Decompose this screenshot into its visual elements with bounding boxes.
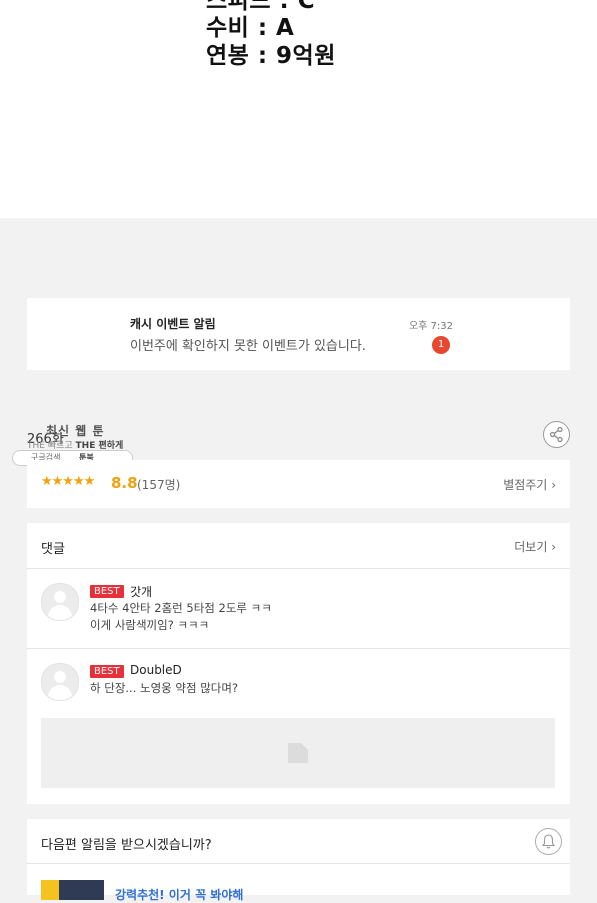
- comment-text-line: 4타수 4안타 2홈런 5타점 2도루 ㅋㅋ: [90, 601, 272, 615]
- alert-question: 다음편 알림을 받으시겠습니까?: [41, 838, 212, 853]
- comments-card: 댓글 더보기 › BEST 갓개 4타수 4안타 2홈런 5타점 2도루 ㅋㅋ …: [27, 523, 570, 804]
- rate-button[interactable]: 별점주기 ›: [503, 476, 556, 493]
- avatar: [41, 583, 79, 621]
- comment-author: DoubleD: [130, 663, 182, 677]
- episode-info-bar: 266화 최신 웹 툰 THE 빠르고 THE 편하게 구글검색 툰북: [0, 418, 597, 466]
- webtoon-image-area: 스피드 : C 수비 : A 연봉 : 9억원: [0, 0, 597, 218]
- notification-title: 캐시 이벤트 알림: [130, 317, 216, 331]
- comment-text-line: 이게 사람색끼임? ㅋㅋㅋ: [90, 618, 210, 632]
- share-button[interactable]: [543, 421, 570, 448]
- comments-header: 댓글 더보기 ›: [27, 523, 570, 569]
- ad-image-placeholder: [41, 718, 555, 788]
- chevron-right-icon: ›: [551, 478, 556, 492]
- star-rating-icons: ★★★★★: [41, 474, 95, 489]
- alert-bell-button[interactable]: [535, 828, 562, 855]
- comments-title: 댓글: [41, 542, 65, 557]
- notification-message: 이번주에 확인하지 못한 이벤트가 있습니다.: [130, 339, 366, 354]
- best-badge: BEST: [90, 665, 124, 678]
- best-badge: BEST: [90, 585, 124, 598]
- next-episode-alert-card: 다음편 알림을 받으시겠습니까? 강력추천! 이거 꼭 봐야해: [27, 819, 570, 902]
- comments-more-button[interactable]: 더보기 ›: [514, 538, 556, 555]
- stat-defense: 수비 : A: [206, 15, 295, 41]
- notification-time: 오후 7:32: [408, 321, 453, 332]
- share-icon: [549, 426, 563, 443]
- stat-salary: 연봉 : 9억원: [206, 43, 336, 69]
- next-episode-thumbnail[interactable]: [41, 880, 104, 900]
- notification-card[interactable]: 캐시 이벤트 알림 이번주에 확인하지 못한 이벤트가 있습니다. 오후 7:3…: [27, 298, 570, 370]
- stat-speed: 스피드 : C: [206, 0, 316, 14]
- avatar: [41, 663, 79, 701]
- notification-badge: 1: [432, 336, 450, 354]
- bell-icon: [541, 834, 556, 849]
- comments-more-label: 더보기: [514, 540, 548, 554]
- rating-votes: (157명): [137, 478, 181, 492]
- comment-item: BEST DoubleD 하 단장... 노영웅 약점 많다며?: [27, 649, 570, 709]
- alert-header: 다음편 알림을 받으시겠습니까?: [27, 819, 570, 864]
- comment-item: BEST 갓개 4타수 4안타 2홈런 5타점 2도루 ㅋㅋ 이게 사람색끼임?…: [27, 569, 570, 649]
- rating-card: ★★★★★ 8.8 (157명) 별점주기 ›: [27, 460, 570, 508]
- rate-button-label: 별점주기: [503, 478, 548, 492]
- chevron-right-icon: ›: [551, 540, 556, 554]
- watermark-title: 최신 웹 툰: [46, 424, 105, 438]
- rating-score: 8.8: [111, 474, 138, 492]
- comment-author: 갓개: [130, 585, 153, 599]
- comment-text-line: 하 단장... 노영웅 약점 많다며?: [90, 681, 239, 695]
